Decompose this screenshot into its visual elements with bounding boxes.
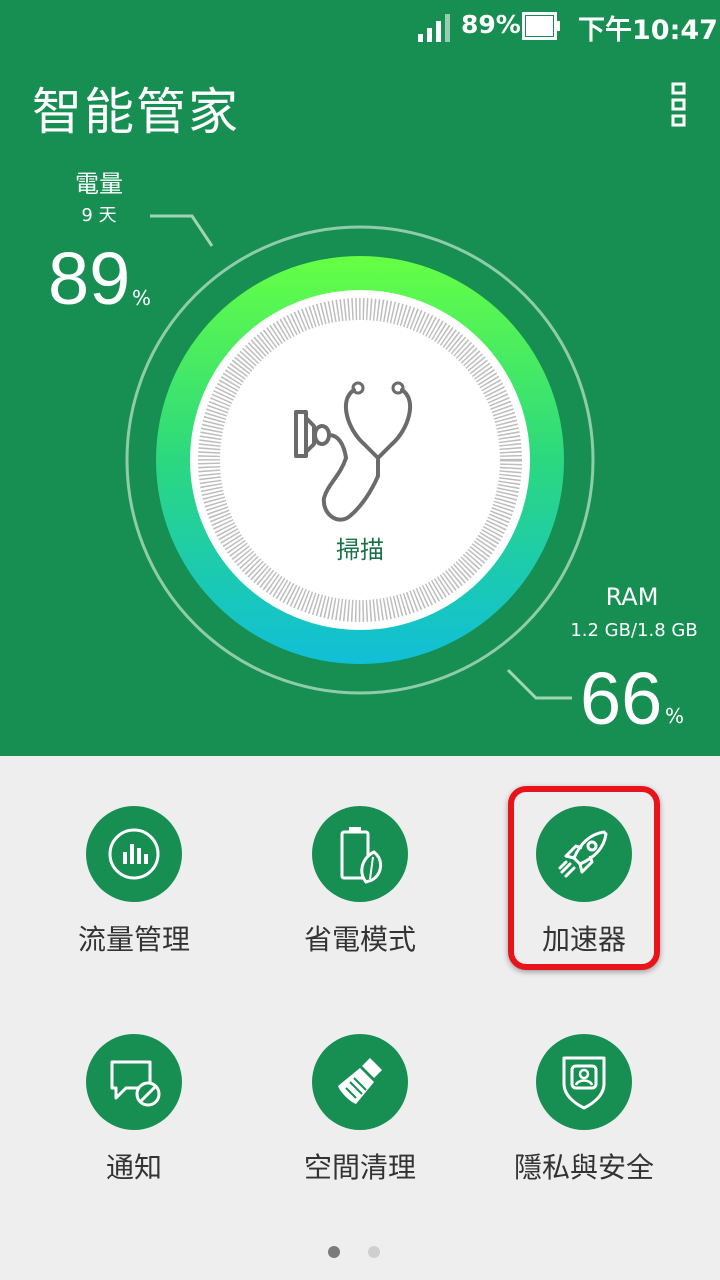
tile-storage-cleanup[interactable]: 空間清理: [250, 1034, 470, 1186]
tile-icon-circle: [312, 1034, 408, 1130]
bar-chart-icon: [108, 828, 160, 880]
tile-icon-circle: [86, 806, 182, 902]
header-panel: 89% 下午10:47 智能管家 電量 9 天 89 % 掃描 RAM 1.2 …: [0, 0, 720, 756]
tile-label: 通知: [105, 1151, 162, 1184]
stethoscope-icon: [294, 381, 413, 522]
tile-icon-circle: [536, 1034, 632, 1130]
ram-usage: 1.2 GB/1.8 GB: [570, 620, 698, 641]
tile-icon-circle: [312, 806, 408, 902]
ram-label: RAM: [605, 583, 659, 611]
scan-label: 掃描: [336, 536, 384, 564]
battery-leaf-icon: [340, 827, 382, 884]
tile-label: 空間清理: [303, 1151, 416, 1184]
tile-data-usage[interactable]: 流量管理: [24, 806, 244, 958]
tile-label: 流量管理: [77, 923, 190, 956]
tile-label: 省電模式: [303, 923, 416, 956]
highlight-box: [508, 786, 660, 970]
tile-label: 隱私與安全: [513, 1151, 654, 1184]
tile-power-saver[interactable]: 省電模式: [250, 806, 470, 958]
page-dot-active: [328, 1246, 340, 1258]
tile-icon-circle: [86, 1034, 182, 1130]
broom-icon: [338, 1058, 382, 1104]
page-dot: [368, 1246, 380, 1258]
tile-notifications[interactable]: 通知: [24, 1034, 244, 1186]
shield-user-icon: [562, 1056, 606, 1110]
ram-unit: %: [665, 704, 685, 728]
message-block-icon: [110, 1060, 161, 1107]
tile-privacy-security[interactable]: 隱私與安全: [474, 1034, 694, 1186]
page-indicator: [326, 1246, 386, 1260]
ram-value: 66: [580, 657, 663, 740]
